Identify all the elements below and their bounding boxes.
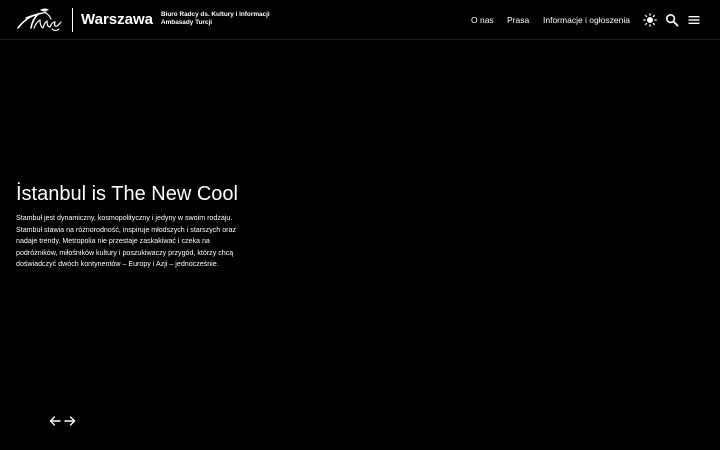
organization-name-line2: Ambasady Turcji: [161, 19, 213, 26]
page: Warszawa Biuro Radcy ds. Kultury i Infor…: [0, 0, 720, 450]
nav-link-information[interactable]: Informacje i ogłoszenia: [543, 0, 630, 40]
slider-next-button[interactable]: [63, 414, 77, 428]
search-icon: [665, 13, 679, 27]
arrow-left-icon: [49, 416, 61, 426]
menu-button[interactable]: [686, 12, 702, 28]
turkiye-logo-icon[interactable]: [16, 6, 66, 34]
sun-icon: [643, 13, 657, 27]
hero-title: İstanbul is The New Cool: [16, 183, 238, 205]
nav-link-about[interactable]: O nas: [471, 0, 494, 40]
arrow-right-icon: [64, 416, 76, 426]
slider-prev-button[interactable]: [48, 414, 62, 428]
search-button[interactable]: [664, 12, 680, 28]
site-header: Warszawa Biuro Radcy ds. Kultury i Infor…: [0, 0, 720, 40]
header-divider: [72, 8, 73, 32]
city-title[interactable]: Warszawa: [81, 10, 153, 30]
organization-name: Biuro Radcy ds. Kultury i Informacji Amb…: [161, 11, 270, 27]
organization-name-line1: Biuro Radcy ds. Kultury i Informacji: [161, 11, 270, 18]
hamburger-menu-icon: [688, 16, 700, 24]
theme-toggle-button[interactable]: [642, 12, 658, 28]
turkiye-logo-graphic: [17, 8, 62, 31]
hero-description: Stambuł jest dynamiczny, kosmopolityczny…: [16, 214, 236, 269]
nav-link-press[interactable]: Prasa: [507, 0, 529, 40]
